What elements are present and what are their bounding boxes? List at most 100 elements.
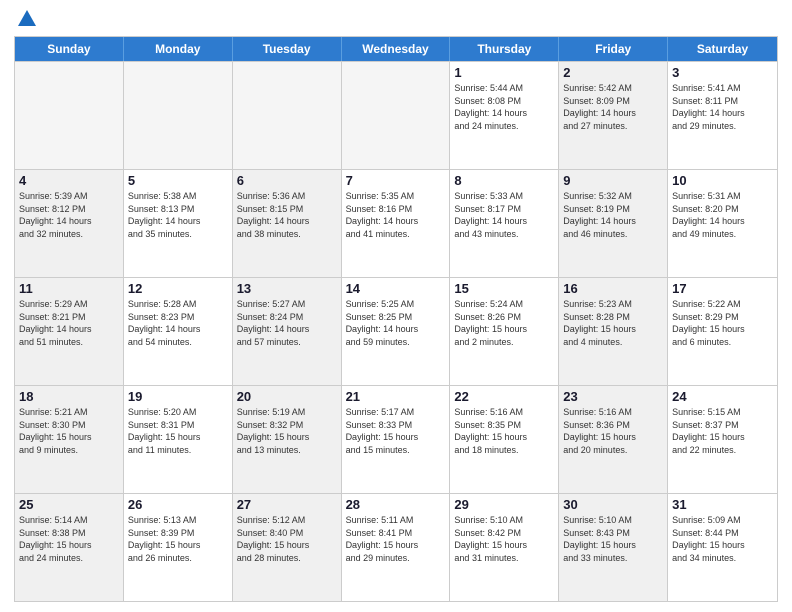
day-detail: Sunrise: 5:33 AM Sunset: 8:17 PM Dayligh… bbox=[454, 190, 554, 240]
day-detail: Sunrise: 5:31 AM Sunset: 8:20 PM Dayligh… bbox=[672, 190, 773, 240]
calendar-header-cell: Wednesday bbox=[342, 37, 451, 61]
day-detail: Sunrise: 5:25 AM Sunset: 8:25 PM Dayligh… bbox=[346, 298, 446, 348]
day-detail: Sunrise: 5:11 AM Sunset: 8:41 PM Dayligh… bbox=[346, 514, 446, 564]
calendar-header-row: SundayMondayTuesdayWednesdayThursdayFrid… bbox=[15, 37, 777, 61]
day-detail: Sunrise: 5:19 AM Sunset: 8:32 PM Dayligh… bbox=[237, 406, 337, 456]
calendar-row: 4 Sunrise: 5:39 AM Sunset: 8:12 PM Daylig… bbox=[15, 169, 777, 277]
calendar-cell: 21 Sunrise: 5:17 AM Sunset: 8:33 PM Dayli… bbox=[342, 386, 451, 493]
day-number: 1 bbox=[454, 65, 554, 80]
calendar-cell: 20 Sunrise: 5:19 AM Sunset: 8:32 PM Dayli… bbox=[233, 386, 342, 493]
calendar-cell: 13 Sunrise: 5:27 AM Sunset: 8:24 PM Dayli… bbox=[233, 278, 342, 385]
calendar-cell: 9 Sunrise: 5:32 AM Sunset: 8:19 PM Daylig… bbox=[559, 170, 668, 277]
calendar-cell: 4 Sunrise: 5:39 AM Sunset: 8:12 PM Daylig… bbox=[15, 170, 124, 277]
day-number: 12 bbox=[128, 281, 228, 296]
day-detail: Sunrise: 5:41 AM Sunset: 8:11 PM Dayligh… bbox=[672, 82, 773, 132]
calendar-cell: 3 Sunrise: 5:41 AM Sunset: 8:11 PM Daylig… bbox=[668, 62, 777, 169]
day-detail: Sunrise: 5:42 AM Sunset: 8:09 PM Dayligh… bbox=[563, 82, 663, 132]
calendar-cell: 26 Sunrise: 5:13 AM Sunset: 8:39 PM Dayli… bbox=[124, 494, 233, 601]
day-number: 5 bbox=[128, 173, 228, 188]
calendar-cell: 29Sunrise: 5:10 AM Sunset: 8:42 PM Dayli… bbox=[450, 494, 559, 601]
calendar-cell: 24 Sunrise: 5:15 AM Sunset: 8:37 PM Dayli… bbox=[668, 386, 777, 493]
calendar-header-cell: Tuesday bbox=[233, 37, 342, 61]
day-detail: Sunrise: 5:32 AM Sunset: 8:19 PM Dayligh… bbox=[563, 190, 663, 240]
day-number: 11 bbox=[19, 281, 119, 296]
calendar-header-cell: Friday bbox=[559, 37, 668, 61]
calendar-cell: 5 Sunrise: 5:38 AM Sunset: 8:13 PM Daylig… bbox=[124, 170, 233, 277]
day-number: 22 bbox=[454, 389, 554, 404]
calendar-row: 11Sunrise: 5:29 AM Sunset: 8:21 PM Dayli… bbox=[15, 277, 777, 385]
calendar-header-cell: Thursday bbox=[450, 37, 559, 61]
day-detail: Sunrise: 5:27 AM Sunset: 8:24 PM Dayligh… bbox=[237, 298, 337, 348]
calendar-cell: 11Sunrise: 5:29 AM Sunset: 8:21 PM Dayli… bbox=[15, 278, 124, 385]
day-number: 24 bbox=[672, 389, 773, 404]
day-number: 3 bbox=[672, 65, 773, 80]
calendar-cell: 22 Sunrise: 5:16 AM Sunset: 8:35 PM Dayli… bbox=[450, 386, 559, 493]
day-detail: Sunrise: 5:12 AM Sunset: 8:40 PM Dayligh… bbox=[237, 514, 337, 564]
calendar-cell: 7 Sunrise: 5:35 AM Sunset: 8:16 PM Daylig… bbox=[342, 170, 451, 277]
calendar-cell: 31 Sunrise: 5:09 AM Sunset: 8:44 PM Dayli… bbox=[668, 494, 777, 601]
day-number: 6 bbox=[237, 173, 337, 188]
calendar-row: 25 Sunrise: 5:14 AM Sunset: 8:38 PM Dayli… bbox=[15, 493, 777, 601]
day-number: 31 bbox=[672, 497, 773, 512]
calendar-cell: 1Sunrise: 5:44 AM Sunset: 8:08 PM Daylig… bbox=[450, 62, 559, 169]
day-detail: Sunrise: 5:13 AM Sunset: 8:39 PM Dayligh… bbox=[128, 514, 228, 564]
day-number: 10 bbox=[672, 173, 773, 188]
calendar-cell: 8 Sunrise: 5:33 AM Sunset: 8:17 PM Daylig… bbox=[450, 170, 559, 277]
calendar-cell: 19 Sunrise: 5:20 AM Sunset: 8:31 PM Dayli… bbox=[124, 386, 233, 493]
day-number: 19 bbox=[128, 389, 228, 404]
header bbox=[14, 10, 778, 28]
day-number: 13 bbox=[237, 281, 337, 296]
calendar-cell: 18 Sunrise: 5:21 AM Sunset: 8:30 PM Dayli… bbox=[15, 386, 124, 493]
calendar-cell: 6 Sunrise: 5:36 AM Sunset: 8:15 PM Daylig… bbox=[233, 170, 342, 277]
day-number: 17 bbox=[672, 281, 773, 296]
day-detail: Sunrise: 5:23 AM Sunset: 8:28 PM Dayligh… bbox=[563, 298, 663, 348]
day-detail: Sunrise: 5:09 AM Sunset: 8:44 PM Dayligh… bbox=[672, 514, 773, 564]
day-number: 26 bbox=[128, 497, 228, 512]
calendar-cell: 17 Sunrise: 5:22 AM Sunset: 8:29 PM Dayli… bbox=[668, 278, 777, 385]
calendar-cell: 14Sunrise: 5:25 AM Sunset: 8:25 PM Dayli… bbox=[342, 278, 451, 385]
day-detail: Sunrise: 5:17 AM Sunset: 8:33 PM Dayligh… bbox=[346, 406, 446, 456]
calendar-header-cell: Saturday bbox=[668, 37, 777, 61]
calendar-header-cell: Sunday bbox=[15, 37, 124, 61]
calendar-cell: 2 Sunrise: 5:42 AM Sunset: 8:09 PM Daylig… bbox=[559, 62, 668, 169]
day-detail: Sunrise: 5:22 AM Sunset: 8:29 PM Dayligh… bbox=[672, 298, 773, 348]
day-number: 9 bbox=[563, 173, 663, 188]
day-detail: Sunrise: 5:10 AM Sunset: 8:42 PM Dayligh… bbox=[454, 514, 554, 564]
day-number: 28 bbox=[346, 497, 446, 512]
day-detail: Sunrise: 5:39 AM Sunset: 8:12 PM Dayligh… bbox=[19, 190, 119, 240]
day-number: 27 bbox=[237, 497, 337, 512]
day-detail: Sunrise: 5:36 AM Sunset: 8:15 PM Dayligh… bbox=[237, 190, 337, 240]
day-detail: Sunrise: 5:15 AM Sunset: 8:37 PM Dayligh… bbox=[672, 406, 773, 456]
calendar-cell bbox=[124, 62, 233, 169]
calendar-cell bbox=[342, 62, 451, 169]
day-number: 20 bbox=[237, 389, 337, 404]
calendar-row: 1Sunrise: 5:44 AM Sunset: 8:08 PM Daylig… bbox=[15, 61, 777, 169]
calendar-cell: 16 Sunrise: 5:23 AM Sunset: 8:28 PM Dayli… bbox=[559, 278, 668, 385]
calendar-header-cell: Monday bbox=[124, 37, 233, 61]
day-number: 16 bbox=[563, 281, 663, 296]
day-number: 7 bbox=[346, 173, 446, 188]
day-detail: Sunrise: 5:20 AM Sunset: 8:31 PM Dayligh… bbox=[128, 406, 228, 456]
day-number: 15 bbox=[454, 281, 554, 296]
day-detail: Sunrise: 5:14 AM Sunset: 8:38 PM Dayligh… bbox=[19, 514, 119, 564]
calendar: SundayMondayTuesdayWednesdayThursdayFrid… bbox=[14, 36, 778, 602]
calendar-cell: 12Sunrise: 5:28 AM Sunset: 8:23 PM Dayli… bbox=[124, 278, 233, 385]
day-number: 2 bbox=[563, 65, 663, 80]
day-number: 25 bbox=[19, 497, 119, 512]
day-detail: Sunrise: 5:16 AM Sunset: 8:35 PM Dayligh… bbox=[454, 406, 554, 456]
day-detail: Sunrise: 5:38 AM Sunset: 8:13 PM Dayligh… bbox=[128, 190, 228, 240]
calendar-cell: 28 Sunrise: 5:11 AM Sunset: 8:41 PM Dayli… bbox=[342, 494, 451, 601]
day-number: 21 bbox=[346, 389, 446, 404]
calendar-body: 1Sunrise: 5:44 AM Sunset: 8:08 PM Daylig… bbox=[15, 61, 777, 601]
day-number: 30 bbox=[563, 497, 663, 512]
day-number: 18 bbox=[19, 389, 119, 404]
day-number: 8 bbox=[454, 173, 554, 188]
calendar-row: 18 Sunrise: 5:21 AM Sunset: 8:30 PM Dayli… bbox=[15, 385, 777, 493]
day-number: 23 bbox=[563, 389, 663, 404]
calendar-cell bbox=[15, 62, 124, 169]
day-detail: Sunrise: 5:10 AM Sunset: 8:43 PM Dayligh… bbox=[563, 514, 663, 564]
day-detail: Sunrise: 5:35 AM Sunset: 8:16 PM Dayligh… bbox=[346, 190, 446, 240]
day-detail: Sunrise: 5:21 AM Sunset: 8:30 PM Dayligh… bbox=[19, 406, 119, 456]
day-number: 4 bbox=[19, 173, 119, 188]
logo bbox=[14, 10, 38, 28]
